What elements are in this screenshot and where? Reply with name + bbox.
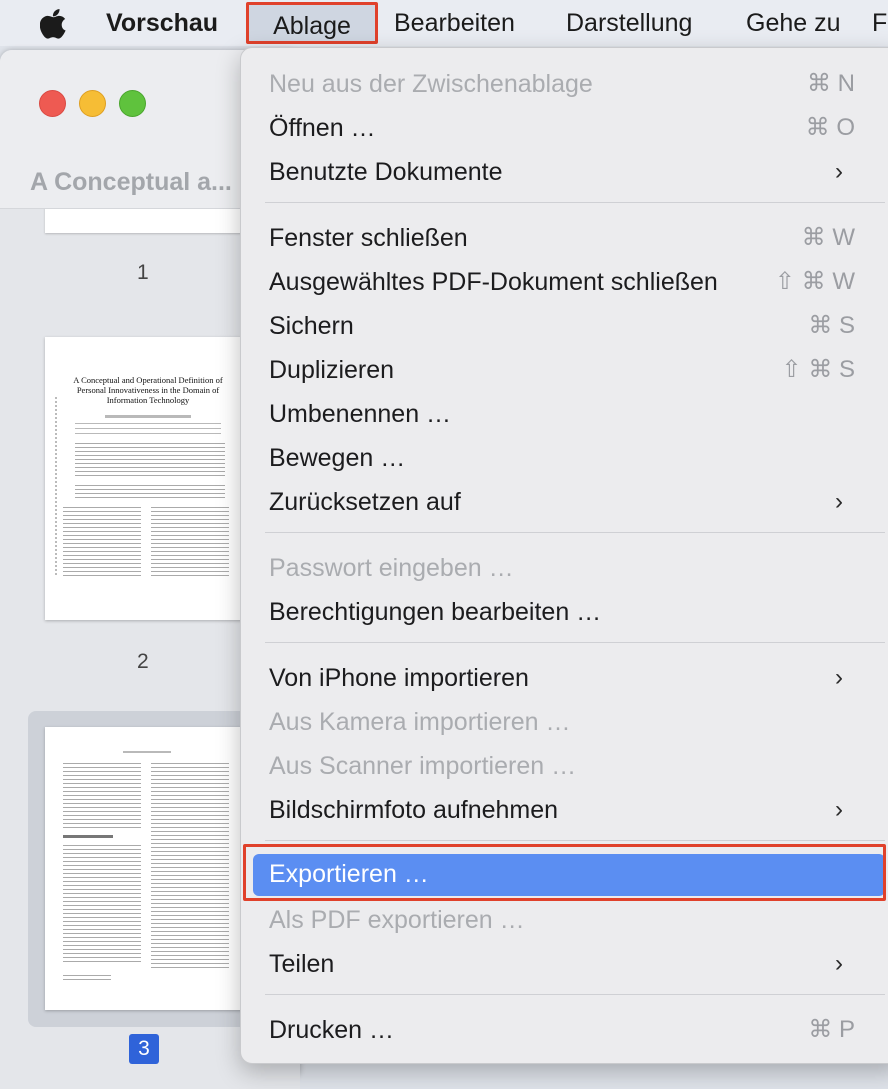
menu-item-als-pdf-exportieren[interactable]: Als PDF exportieren … — [241, 898, 888, 942]
chevron-right-icon: › — [835, 488, 843, 515]
shortcut-label: ⇧ ⌘ S — [781, 356, 855, 383]
menu-item-oeffnen[interactable]: Öffnen … ⌘ O — [241, 106, 888, 150]
menu-fenster-partial[interactable]: F — [872, 0, 887, 46]
window-title: A Conceptual a... — [30, 168, 232, 196]
thumbnail-text-line — [75, 433, 221, 434]
thumbnail-text-line — [75, 428, 221, 429]
menu-item-label: Bildschirmfoto aufnehmen — [269, 796, 559, 824]
shortcut-label: ⌘ P — [808, 1016, 855, 1043]
thumbnail-text-line — [105, 415, 191, 418]
menu-item-duplizieren[interactable]: Duplizieren ⇧ ⌘ S — [241, 348, 888, 392]
thumbnail-heading-line — [63, 835, 113, 838]
menu-item-label: Duplizieren — [269, 356, 395, 384]
menu-ablage[interactable]: Ablage — [246, 2, 378, 44]
thumbnail-keywords-block — [75, 485, 225, 501]
thumbnail-abstract-block — [75, 443, 225, 479]
menu-item-label: Exportieren … — [269, 860, 429, 888]
chevron-right-icon: › — [835, 796, 843, 823]
menu-item-bewegen[interactable]: Bewegen … — [241, 436, 888, 480]
menu-item-sichern[interactable]: Sichern ⌘ S — [241, 304, 888, 348]
thumbnail-column-right — [151, 507, 229, 579]
thumbnail-column-left — [63, 763, 141, 829]
thumbnail-margin-text — [55, 397, 57, 577]
shortcut-label: ⌘ S — [808, 312, 855, 339]
menu-item-berechtigungen-bearbeiten[interactable]: Berechtigungen bearbeiten … — [241, 590, 888, 634]
page-number-3-selected: 3 — [129, 1034, 159, 1064]
shortcut-label: ⌘ O — [805, 114, 855, 141]
page-number-2: 2 — [137, 650, 149, 673]
menu-item-drucken[interactable]: Drucken … ⌘ P — [241, 1008, 888, 1052]
menu-item-label: Zurücksetzen auf — [269, 488, 461, 516]
chevron-right-icon: › — [835, 950, 843, 977]
page-number-1: 1 — [137, 261, 149, 284]
shortcut-label: ⇧ ⌘ W — [774, 268, 855, 295]
menu-item-aus-kamera-importieren[interactable]: Aus Kamera importieren … — [241, 700, 888, 744]
menu-item-label: Öffnen … — [269, 114, 376, 142]
thumbnail-column-left-lower — [63, 845, 141, 965]
menu-item-passwort-eingeben[interactable]: Passwort eingeben … — [241, 546, 888, 590]
menu-gehe-zu[interactable]: Gehe zu — [746, 0, 841, 46]
thumbnail-document-title: A Conceptual and Operational Definition … — [73, 375, 223, 405]
menu-item-label: Teilen — [269, 950, 335, 978]
menu-bar: Vorschau Ablage Bearbeiten Darstellung G… — [0, 0, 888, 46]
menu-item-von-iphone-importieren[interactable]: Von iPhone importieren › — [241, 656, 888, 700]
menu-item-bildschirmfoto-aufnehmen[interactable]: Bildschirmfoto aufnehmen › — [241, 788, 888, 832]
menu-item-label: Benutzte Dokumente — [269, 158, 503, 186]
page-thumbnail-3[interactable] — [45, 727, 250, 1010]
page-thumbnail-2[interactable]: A Conceptual and Operational Definition … — [45, 337, 250, 620]
menu-item-label: Berechtigungen bearbeiten … — [269, 598, 602, 626]
menu-item-label: Drucken … — [269, 1016, 395, 1044]
menu-separator — [265, 994, 885, 995]
menu-item-label: Aus Kamera importieren … — [269, 708, 571, 736]
thumbnail-text-line — [75, 423, 221, 424]
menu-item-label: Von iPhone importieren — [269, 664, 529, 692]
menu-item-zuruecksetzen-auf[interactable]: Zurücksetzen auf › — [241, 480, 888, 524]
thumbnail-footer — [63, 975, 111, 983]
menu-item-label: Als PDF exportieren … — [269, 906, 525, 934]
menu-item-label: Fenster schließen — [269, 224, 468, 252]
thumbnail-column-left — [63, 507, 141, 579]
menu-item-neu-aus-zwischenablage[interactable]: Neu aus der Zwischenablage ⌘ N — [241, 62, 888, 106]
close-window-button[interactable] — [39, 90, 66, 117]
menu-bearbeiten[interactable]: Bearbeiten — [394, 0, 515, 46]
shortcut-label: ⌘ N — [807, 70, 855, 97]
menu-item-label: Sichern — [269, 312, 354, 340]
thumbnail-header-line — [123, 751, 171, 753]
menu-item-label: Neu aus der Zwischenablage — [269, 70, 593, 98]
menu-item-umbenennen[interactable]: Umbenennen … — [241, 392, 888, 436]
menu-item-label: Ausgewähltes PDF-Dokument schließen — [269, 268, 718, 296]
minimize-window-button[interactable] — [79, 90, 106, 117]
shortcut-label: ⌘ W — [801, 224, 855, 251]
menu-darstellung[interactable]: Darstellung — [566, 0, 692, 46]
menu-separator — [265, 840, 885, 841]
menu-item-benutzte-dokumente[interactable]: Benutzte Dokumente › — [241, 150, 888, 194]
menu-separator — [265, 642, 885, 643]
menu-item-exportieren[interactable]: Exportieren … — [249, 852, 885, 896]
chevron-right-icon: › — [835, 158, 843, 185]
menu-item-label: Bewegen … — [269, 444, 406, 472]
app-menu-vorschau[interactable]: Vorschau — [106, 0, 218, 46]
thumbnail-column-right — [151, 763, 229, 969]
menu-item-aus-scanner-importieren[interactable]: Aus Scanner importieren … — [241, 744, 888, 788]
ablage-dropdown-menu: Neu aus der Zwischenablage ⌘ N Öffnen … … — [240, 47, 888, 1064]
menu-item-label: Aus Scanner importieren … — [269, 752, 577, 780]
page-thumbnail-1[interactable] — [45, 209, 250, 233]
fullscreen-window-button[interactable] — [119, 90, 146, 117]
menu-separator — [265, 532, 885, 533]
menu-separator — [265, 202, 885, 203]
menu-item-fenster-schliessen[interactable]: Fenster schließen ⌘ W — [241, 216, 888, 260]
chevron-right-icon: › — [835, 664, 843, 691]
menu-item-pdf-dokument-schliessen[interactable]: Ausgewähltes PDF-Dokument schließen ⇧ ⌘ … — [241, 260, 888, 304]
apple-icon[interactable] — [40, 9, 68, 39]
menu-item-label: Umbenennen … — [269, 400, 452, 428]
menu-item-teilen[interactable]: Teilen › — [241, 942, 888, 986]
menu-item-label: Passwort eingeben … — [269, 554, 514, 582]
